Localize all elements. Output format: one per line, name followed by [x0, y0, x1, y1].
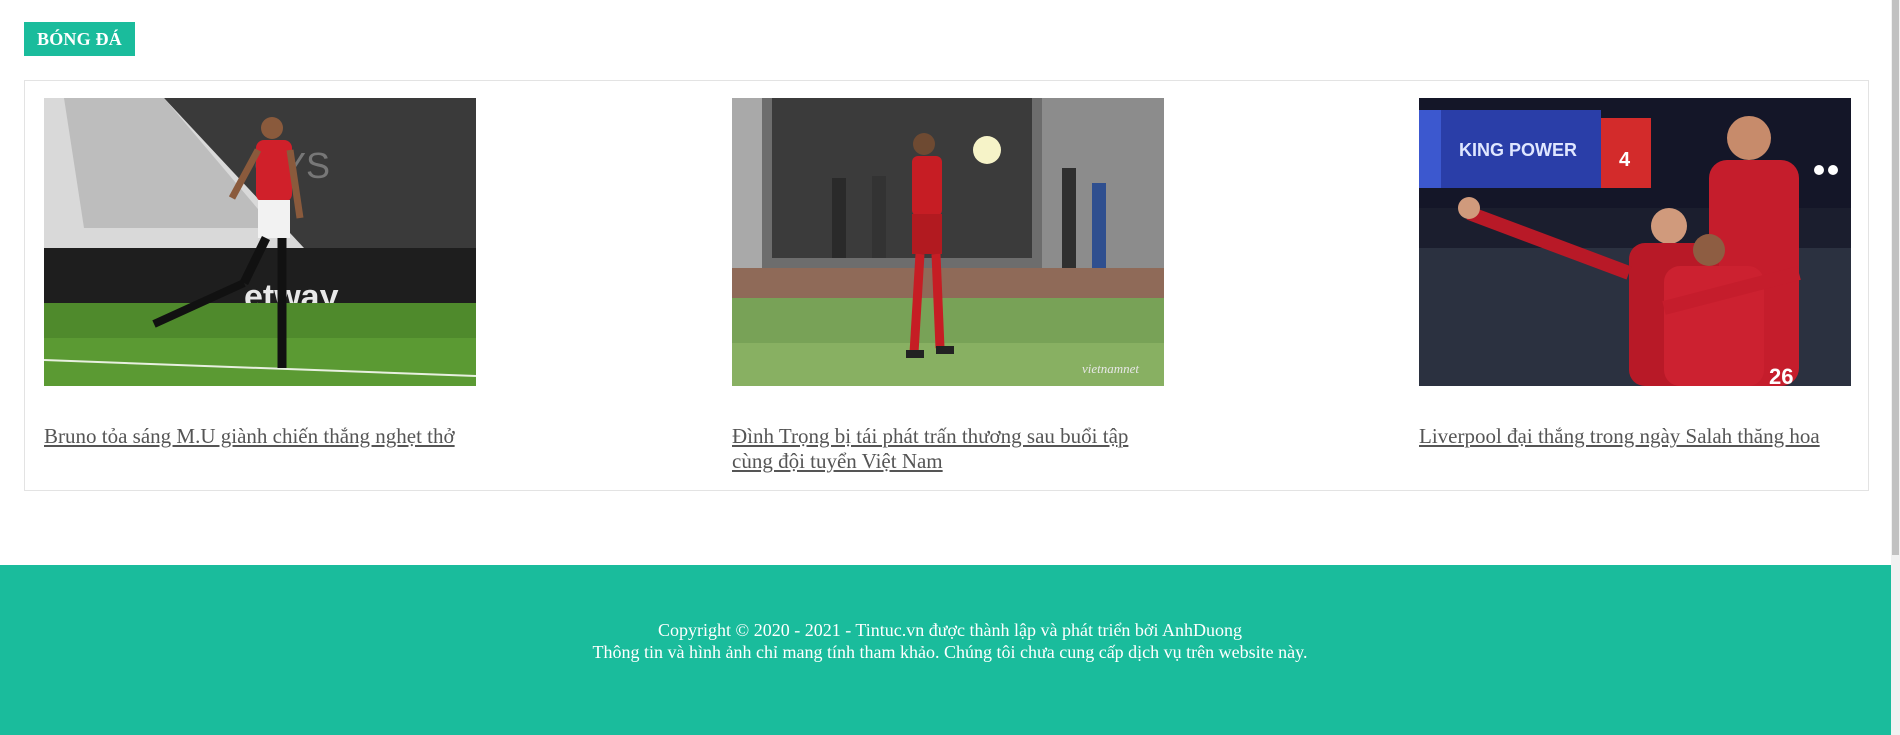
- news-title-link[interactable]: Đình Trọng bị tái phát trấn thương sau b…: [732, 424, 1164, 474]
- news-card: OYS etway Bruno tỏa sáng M.U giành c: [44, 98, 476, 449]
- news-title-link[interactable]: Bruno tỏa sáng M.U giành chiến thắng ngh…: [44, 424, 476, 449]
- news-list: OYS etway Bruno tỏa sáng M.U giành c: [24, 80, 1869, 491]
- section-tag-bong-da[interactable]: BÓNG ĐÁ: [24, 22, 135, 56]
- news-image-dinh-trong[interactable]: vietnamnet: [732, 98, 1164, 386]
- svg-text:26: 26: [1769, 364, 1793, 386]
- svg-text:4: 4: [1619, 149, 1631, 171]
- news-card: KING POWER 4 26 Liverpool đại thắng tron…: [1419, 98, 1851, 449]
- footer: Copyright © 2020 - 2021 - Tintuc.vn được…: [0, 565, 1900, 735]
- news-title-link[interactable]: Liverpool đại thắng trong ngày Salah thă…: [1419, 424, 1851, 449]
- news-image-liverpool[interactable]: KING POWER 4 26: [1419, 98, 1851, 386]
- footer-text: Copyright © 2020 - 2021 - Tintuc.vn được…: [0, 619, 1900, 663]
- footer-disclaimer: Thông tin và hình ảnh chỉ mang tính tham…: [592, 642, 1308, 662]
- page: BÓNG ĐÁ OYS etway: [0, 0, 1900, 735]
- scrollbar[interactable]: [1891, 0, 1900, 735]
- scrollbar-thumb[interactable]: [1892, 0, 1899, 555]
- footer-copyright: Copyright © 2020 - 2021 - Tintuc.vn được…: [658, 620, 1242, 640]
- svg-text:vietnamnet: vietnamnet: [1082, 361, 1139, 376]
- svg-text:KING POWER: KING POWER: [1459, 140, 1577, 160]
- news-card: vietnamnet Đình Trọng bị tái phát trấn t…: [732, 98, 1164, 474]
- news-image-bruno[interactable]: OYS etway: [44, 98, 476, 386]
